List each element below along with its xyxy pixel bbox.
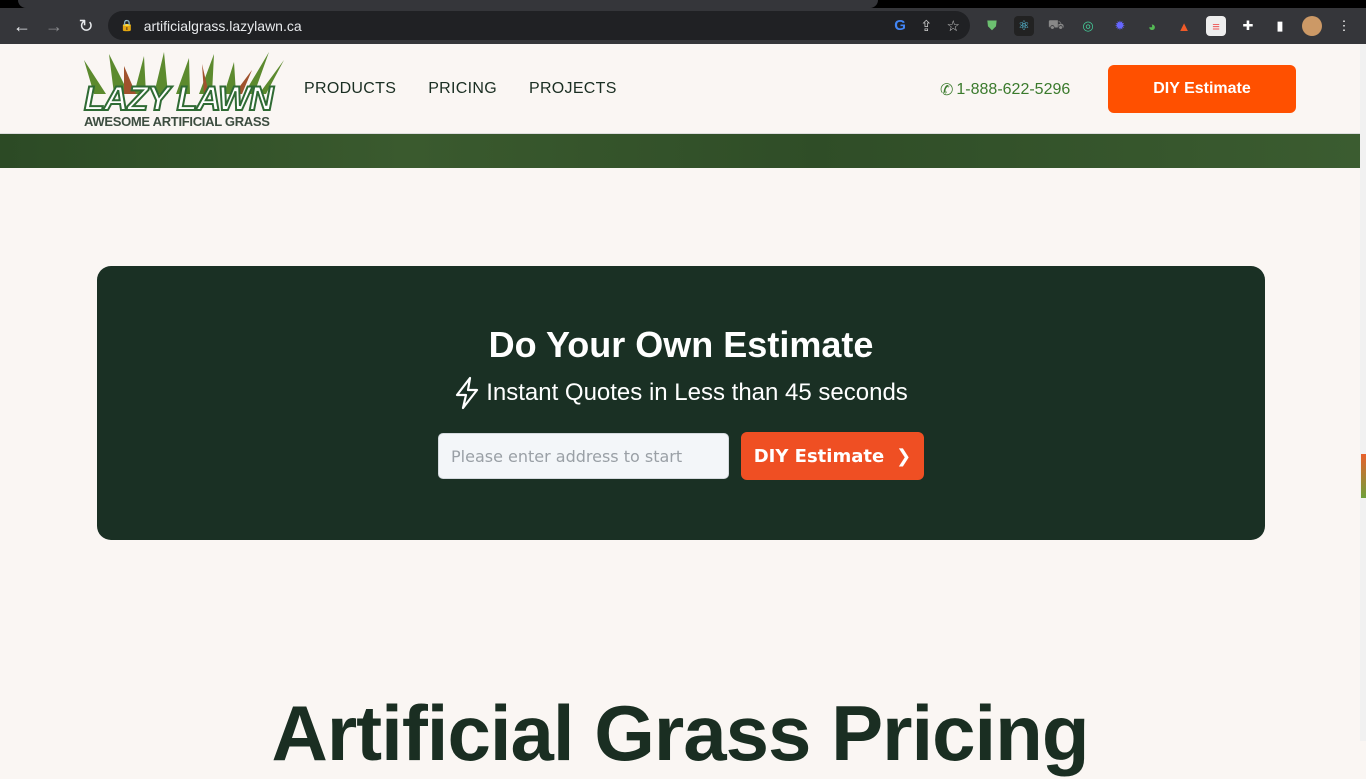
main-nav: PRODUCTS PRICING PROJECTS [304, 80, 617, 98]
phone-link[interactable]: ✆ 1-888-622-5296 [940, 80, 1070, 100]
scrollbar[interactable] [1360, 44, 1366, 741]
phone-number: 1-888-622-5296 [956, 81, 1071, 98]
target-icon[interactable]: ◎ [1078, 16, 1098, 36]
sidepanel-icon[interactable]: ▮ [1270, 16, 1290, 36]
address-bar[interactable]: 🔒 artificialgrass.lazylawn.ca G ⇪ ☆ [108, 11, 970, 40]
back-icon[interactable]: ← [6, 16, 38, 37]
estimate-title: Do Your Own Estimate [488, 324, 874, 365]
nav-products[interactable]: PRODUCTS [304, 80, 396, 98]
gear-star-icon[interactable]: ✹ [1110, 16, 1130, 36]
react-devtools-icon[interactable]: ⚛ [1014, 16, 1034, 36]
active-tab[interactable] [18, 0, 878, 8]
lighthouse-icon[interactable]: ▲ [1174, 16, 1194, 36]
browser-toolbar: ← → ↻ 🔒 artificialgrass.lazylawn.ca G ⇪ ☆ … [0, 8, 1366, 44]
chevron-right-icon: ❯ [896, 445, 912, 467]
header-diy-estimate-button[interactable]: DIY Estimate [1108, 65, 1296, 113]
diy-estimate-button[interactable]: DIY Estimate ❯ [741, 432, 924, 480]
google-icon[interactable]: G [894, 17, 906, 35]
grass-banner [0, 134, 1360, 168]
menu-kebab-icon[interactable]: ⋮ [1334, 16, 1354, 36]
lock-icon: 🔒 [120, 20, 134, 32]
phone-icon: ✆ [940, 82, 954, 99]
globe-icon[interactable]: ◕ [1142, 16, 1162, 36]
star-icon[interactable]: ☆ [947, 17, 960, 35]
section-title: Artificial Grass Pricing [271, 689, 1090, 777]
estimate-subtitle: Instant Quotes in Less than 45 seconds [97, 376, 1265, 410]
reload-icon[interactable]: ↻ [70, 16, 102, 37]
forward-icon[interactable]: → [38, 16, 70, 37]
button-label: DIY Estimate [753, 445, 885, 467]
adguard-icon[interactable]: ⛊ [982, 16, 1002, 36]
truck-icon[interactable]: ⛟ [1046, 16, 1066, 36]
lightning-icon [456, 376, 479, 410]
lazylawn-logo[interactable]: LAZY LAWN AWESOME ARTIFICIAL GRASS [76, 52, 286, 129]
scrollbar-thumb[interactable] [1361, 454, 1366, 498]
nav-pricing[interactable]: PRICING [428, 80, 497, 98]
nav-projects[interactable]: PROJECTS [529, 80, 617, 98]
site-header: LAZY LAWN AWESOME ARTIFICIAL GRASS PRODU… [0, 44, 1360, 134]
avatar[interactable] [1302, 16, 1322, 36]
logo-tagline: AWESOME ARTIFICIAL GRASS [84, 114, 270, 129]
notes-icon[interactable]: ≡ [1206, 16, 1226, 36]
tab-strip [0, 0, 1366, 8]
share-icon[interactable]: ⇪ [920, 17, 933, 35]
puzzle-icon[interactable]: ✚ [1238, 16, 1258, 36]
subtitle-text: Instant Quotes in Less than 45 seconds [486, 379, 908, 406]
estimate-card: Do Your Own Estimate Instant Quotes in L… [97, 266, 1265, 540]
address-input[interactable] [438, 433, 729, 479]
url-text: artificialgrass.lazylawn.ca [143, 17, 302, 34]
